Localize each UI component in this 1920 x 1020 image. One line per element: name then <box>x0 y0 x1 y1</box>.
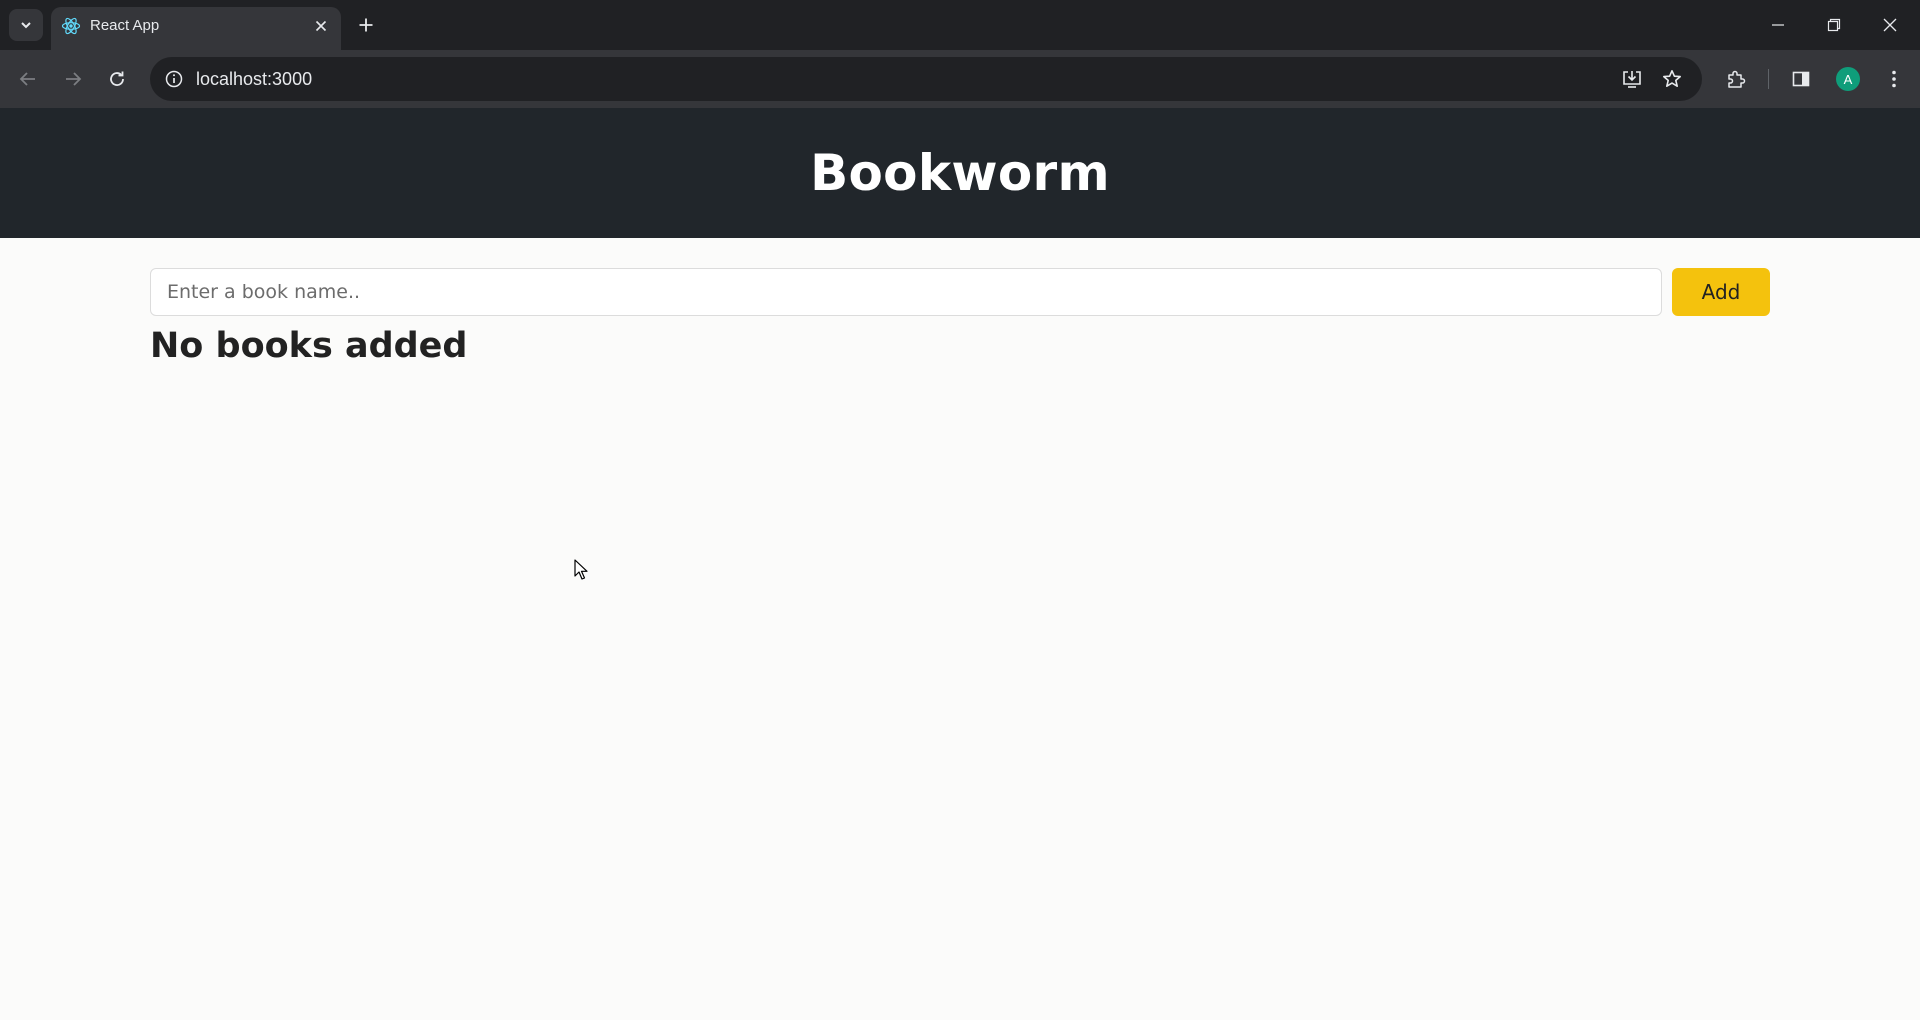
url-text: localhost:3000 <box>196 69 313 89</box>
back-button[interactable] <box>11 62 45 96</box>
browser-tab[interactable]: React App <box>51 7 341 50</box>
address-bar[interactable]: localhost:3000 <box>150 57 1702 101</box>
info-icon <box>165 70 183 88</box>
bookmark-button[interactable] <box>1658 65 1686 93</box>
profile-avatar[interactable]: A <box>1836 67 1860 91</box>
forward-icon <box>66 72 82 86</box>
install-app-icon <box>1623 71 1641 88</box>
star-icon <box>1663 70 1681 87</box>
tab-strip: React App <box>0 0 1920 50</box>
minimize-button[interactable] <box>1756 8 1800 42</box>
extensions-icon <box>1728 70 1746 88</box>
app-title: Bookworm <box>810 144 1110 202</box>
restore-button[interactable] <box>1812 8 1856 42</box>
side-panel-icon <box>1792 71 1810 87</box>
more-icon <box>1892 70 1896 88</box>
close-window-button[interactable] <box>1868 8 1912 42</box>
tab-search-button[interactable] <box>9 9 43 41</box>
tab-title: React App <box>90 17 160 34</box>
new-tab-button[interactable] <box>353 12 379 38</box>
reload-button[interactable] <box>100 62 134 96</box>
empty-books-message: No books added <box>150 326 468 366</box>
more-menu-button[interactable] <box>1877 62 1911 96</box>
close-icon <box>315 20 327 32</box>
install-app-button[interactable] <box>1618 65 1646 93</box>
close-icon <box>1883 18 1897 32</box>
forward-button[interactable] <box>56 62 90 96</box>
reload-icon <box>110 71 124 86</box>
app-header: Bookworm <box>0 108 1920 238</box>
minimize-icon <box>1772 24 1784 26</box>
browser-toolbar: localhost:3000 <box>0 50 1920 108</box>
extensions-button[interactable] <box>1719 62 1753 96</box>
chevron-down-icon <box>21 22 31 29</box>
restore-icon <box>1827 18 1841 32</box>
add-book-button[interactable]: Add <box>1672 268 1770 316</box>
tab-close-button[interactable] <box>311 16 331 36</box>
book-name-input[interactable] <box>150 268 1662 316</box>
back-icon <box>19 72 35 86</box>
react-logo-icon <box>61 17 81 35</box>
toolbar-divider <box>1768 69 1769 89</box>
mouse-cursor-icon <box>574 559 588 580</box>
side-panel-button[interactable] <box>1784 62 1818 96</box>
site-info-button[interactable] <box>160 65 188 93</box>
plus-icon <box>359 18 373 32</box>
